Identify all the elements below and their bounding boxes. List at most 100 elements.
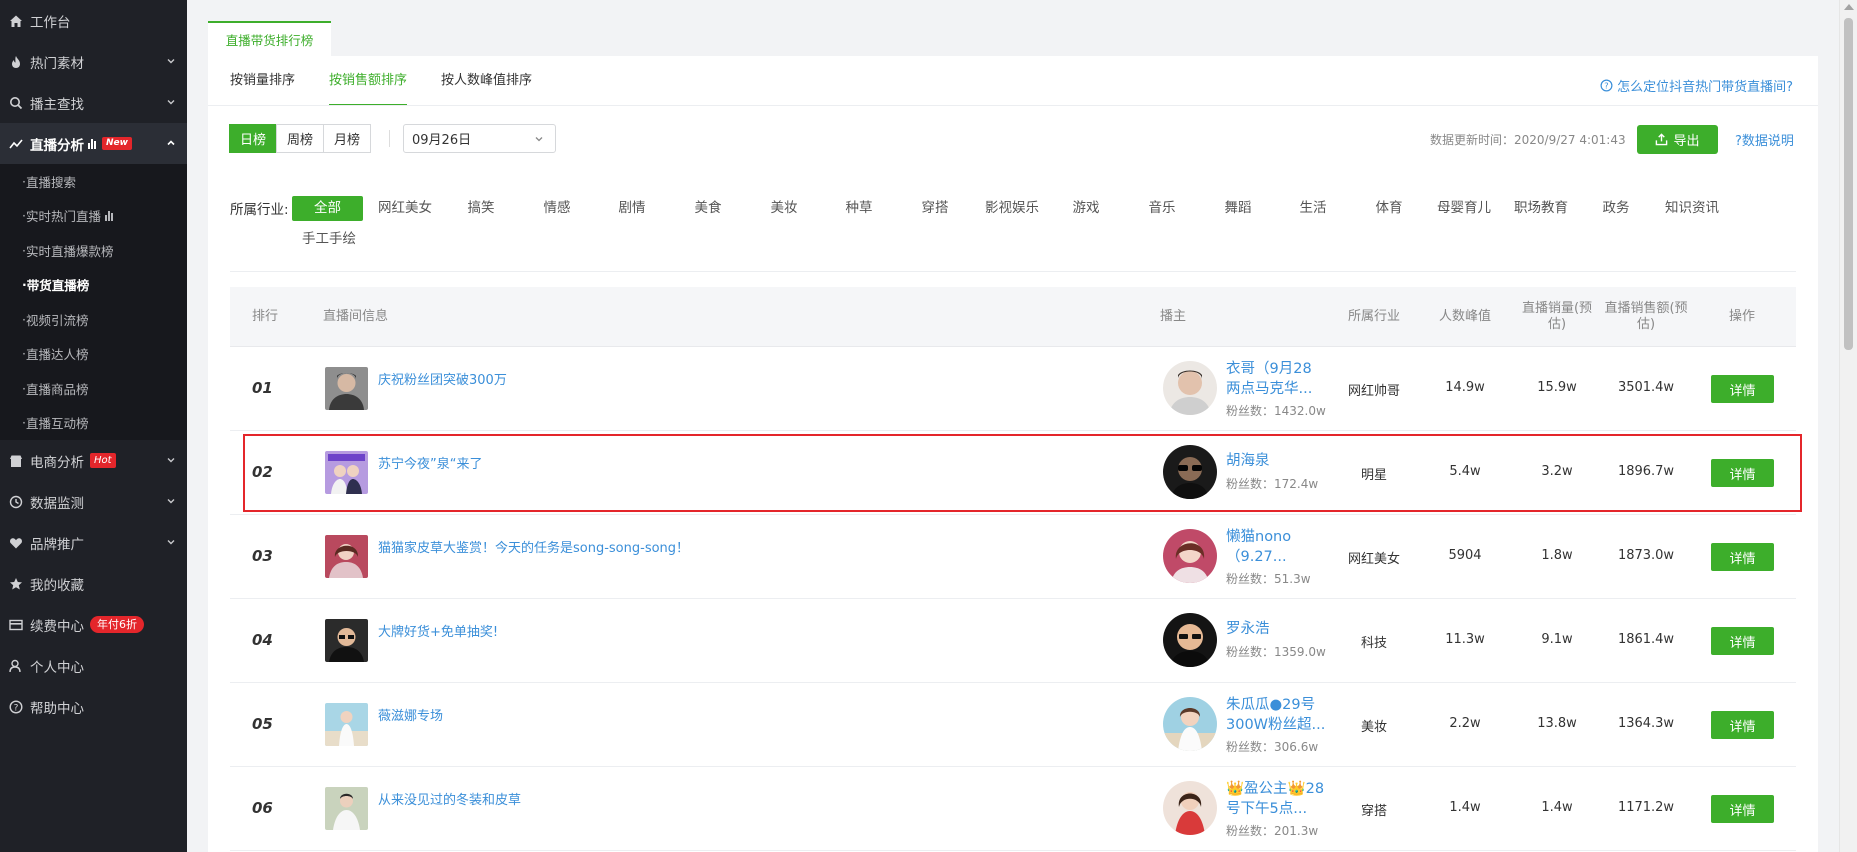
industry-tag[interactable]: 网红美女 (372, 196, 438, 221)
industry-cell: 科技 (1360, 636, 1387, 651)
chevron-up-icon (167, 140, 175, 146)
live-analysis-submenu: · 直播搜索 · 实时热门直播 · 实时直播爆款榜 · 带货直播榜 · 视频引流… (0, 164, 187, 440)
room-thumbnail[interactable] (325, 451, 368, 494)
industry-label: 所属行业: (230, 202, 289, 218)
host-name-link[interactable]: 懒猫nono（9.27... (1226, 527, 1326, 567)
sub-realtime-hit[interactable]: · 实时直播爆款榜 (0, 233, 187, 268)
tab-live-sales-ranking[interactable]: 直播带货排行榜 (208, 21, 331, 56)
industry-tag[interactable]: 影视娱乐 (978, 196, 1046, 221)
sub-live-talent[interactable]: · 直播达人榜 (0, 337, 187, 372)
nav-favorites[interactable]: 我的收藏 (0, 563, 187, 604)
industry-tag[interactable]: 剧情 (599, 196, 665, 221)
nav-hot-material[interactable]: 热门素材 (0, 41, 187, 82)
nav-data-monitor[interactable]: 数据监测 (0, 481, 187, 522)
page-scrollbar[interactable] (1839, 0, 1857, 852)
nav-live-analysis[interactable]: 直播分析 New (0, 123, 187, 164)
industry-tag[interactable]: 美妆 (751, 196, 817, 221)
period-monthly-button[interactable]: 月榜 (323, 124, 371, 153)
scroll-up-arrow-icon[interactable] (1844, 4, 1854, 10)
industry-tag[interactable]: 游戏 (1053, 196, 1119, 221)
industry-tag[interactable]: 种草 (826, 196, 892, 221)
nav-personal[interactable]: 个人中心 (0, 645, 187, 686)
industry-tag[interactable]: 职场教育 (1507, 196, 1575, 221)
nav-host-search[interactable]: 播主查找 (0, 82, 187, 123)
host-name-link[interactable]: 朱瓜瓜●29号300W粉丝超... (1226, 695, 1326, 735)
data-description-link[interactable]: ?数据说明 (1735, 130, 1794, 149)
industry-tag[interactable]: 生活 (1280, 196, 1346, 221)
room-title-link[interactable]: 从来没见过的冬装和皮草 (378, 789, 521, 808)
host-avatar[interactable] (1163, 361, 1217, 415)
host-avatar[interactable] (1163, 445, 1217, 499)
sub-live-interaction-label: 直播互动榜 (25, 416, 89, 432)
period-daily-button[interactable]: 日榜 (229, 124, 277, 153)
sub-realtime-hit-label: 实时直播爆款榜 (25, 243, 114, 259)
sub-live-product[interactable]: · 直播商品榜 (0, 371, 187, 406)
room-thumbnail[interactable] (325, 619, 368, 662)
industry-tag[interactable]: 体育 (1356, 196, 1422, 221)
scrollbar-thumb[interactable] (1844, 18, 1853, 350)
nav-help-label: 帮助中心 (30, 700, 84, 717)
room-title-link[interactable]: 苏宁今夜”泉“来了 (378, 453, 482, 472)
room-thumbnail[interactable] (325, 367, 368, 410)
industry-tag[interactable]: 音乐 (1129, 196, 1195, 221)
host-avatar[interactable] (1163, 529, 1217, 583)
bar-chart-icon (88, 138, 96, 149)
industry-tag[interactable]: 美食 (675, 196, 741, 221)
host-avatar[interactable] (1163, 697, 1217, 751)
industry-tag[interactable]: 舞蹈 (1205, 196, 1271, 221)
host-name-link[interactable]: 衣哥（9月28两点马克华... (1226, 359, 1326, 399)
nav-workbench-label: 工作台 (30, 14, 71, 31)
star-icon (8, 576, 24, 592)
industry-tag[interactable]: 搞笑 (448, 196, 514, 221)
room-thumbnail[interactable] (325, 535, 368, 578)
room-thumbnail[interactable] (325, 703, 368, 746)
nav-brand-promo[interactable]: 品牌推广 (0, 522, 187, 563)
host-name-link[interactable]: 胡海泉 (1226, 451, 1326, 471)
industry-tag[interactable]: 知识资讯 (1657, 196, 1727, 221)
detail-button[interactable]: 详情 (1711, 627, 1774, 655)
export-button[interactable]: 导出 (1637, 125, 1718, 154)
tab-sort-by-peak[interactable]: 按人数峰值排序 (441, 56, 532, 106)
room-title-link[interactable]: 大牌好货+免单抽奖! (378, 621, 498, 640)
sub-live-interaction[interactable]: · 直播互动榜 (0, 406, 187, 441)
divider (230, 271, 1796, 272)
room-title-link[interactable]: 薇滋娜专场 (378, 705, 443, 724)
chevron-down-icon (167, 458, 175, 463)
industry-tag[interactable]: 穿搭 (902, 196, 968, 221)
sub-video-traffic-label: 视频引流榜 (25, 312, 89, 328)
nav-ecommerce[interactable]: 电商分析 Hot (0, 440, 187, 481)
nav-personal-label: 个人中心 (30, 659, 84, 676)
nav-workbench[interactable]: 工作台 (0, 0, 187, 41)
table-row: 02 苏宁今夜”泉“来了 胡海泉 粉丝数：172.4w 明星 5.4w 3.2w… (230, 431, 1796, 515)
industry-tag[interactable]: 情感 (524, 196, 590, 221)
date-select[interactable]: 09月26日 (403, 124, 556, 153)
detail-button[interactable]: 详情 (1711, 375, 1774, 403)
industry-tag-all[interactable]: 全部 (292, 196, 363, 221)
sub-realtime-hot[interactable]: · 实时热门直播 (0, 199, 187, 234)
industry-tag[interactable]: 母婴育儿 (1430, 196, 1498, 221)
sub-video-traffic[interactable]: · 视频引流榜 (0, 302, 187, 337)
room-thumbnail[interactable] (325, 787, 368, 830)
detail-button[interactable]: 详情 (1711, 795, 1774, 823)
room-title-link[interactable]: 庆祝粉丝团突破300万 (378, 369, 507, 388)
room-title-link[interactable]: 猫猫家皮草大鉴赏！今天的任务是song-song-song！ (378, 537, 689, 556)
nav-help[interactable]: ? 帮助中心 (0, 686, 187, 727)
detail-button[interactable]: 详情 (1711, 543, 1774, 571)
tab-sort-by-volume[interactable]: 按销量排序 (230, 56, 295, 106)
host-avatar[interactable] (1163, 613, 1217, 667)
detail-button[interactable]: 详情 (1711, 459, 1774, 487)
nav-renewal[interactable]: 续费中心 年付6折 (0, 604, 187, 645)
help-link[interactable]: ? 怎么定位抖音热门带货直播间? (1600, 76, 1793, 95)
sort-tabs: 按销量排序 按销售额排序 按人数峰值排序 (230, 56, 566, 106)
detail-button[interactable]: 详情 (1711, 711, 1774, 739)
sales-cell: 13.8w (1537, 716, 1577, 731)
tab-sort-by-revenue[interactable]: 按销售额排序 (329, 56, 408, 106)
sub-live-search[interactable]: · 直播搜索 (0, 164, 187, 199)
host-avatar[interactable] (1163, 781, 1217, 835)
industry-tag[interactable]: 政务 (1583, 196, 1649, 221)
host-name-link[interactable]: 罗永浩 (1226, 619, 1326, 639)
period-weekly-button[interactable]: 周榜 (276, 124, 324, 153)
host-name-link[interactable]: 👑盈公主👑28号下午5点... (1226, 779, 1326, 819)
sub-sales-live-rank[interactable]: · 带货直播榜 (0, 268, 187, 303)
industry-tag[interactable]: 手工手绘 (295, 227, 363, 252)
